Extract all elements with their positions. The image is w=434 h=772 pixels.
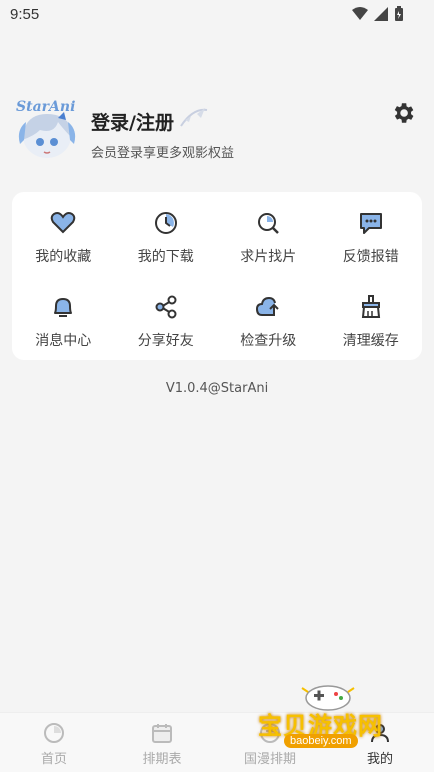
menu-item-messages[interactable]: 消息中心 <box>12 276 115 360</box>
signal-icon <box>374 7 388 21</box>
tab-schedule[interactable]: 排期表 <box>108 721 216 767</box>
menu-item-label: 消息中心 <box>35 333 92 349</box>
watermark-logo: 宝贝游戏网 baobeiy.com <box>258 680 408 772</box>
wifi-icon <box>352 7 368 20</box>
menu-item-label: 清理缓存 <box>342 333 399 349</box>
status-time: 9:55 <box>10 6 40 23</box>
menu-card: 我的收藏 我的下载 求片找片 反馈报错 消息中心 分享好友 检查升级 清理缓存 <box>12 192 422 360</box>
battery-icon <box>395 6 403 21</box>
gear-icon[interactable] <box>390 100 416 126</box>
bell-icon <box>54 298 73 317</box>
menu-item-favorites[interactable]: 我的收藏 <box>12 192 115 276</box>
version-text: V1.0.4@StarAni <box>165 381 269 396</box>
menu-item-label: 反馈报错 <box>342 249 399 265</box>
menu-item-downloads[interactable]: 我的下载 <box>115 192 218 276</box>
menu-item-label: 我的收藏 <box>35 249 92 265</box>
home-icon <box>44 723 64 743</box>
upgrade-icon <box>256 296 279 316</box>
download-clock-icon <box>154 212 177 234</box>
menu-item-upgrade[interactable]: 检查升级 <box>217 276 320 360</box>
menu-item-label: 检查升级 <box>240 333 297 349</box>
heart-icon <box>50 212 76 234</box>
menu-item-feedback[interactable]: 反馈报错 <box>320 192 423 276</box>
profile-header[interactable]: StarAni 登录/注册 会员登录享更多观影权益 <box>14 99 420 164</box>
watermark-url: baobeiy.com <box>284 734 358 748</box>
login-subtitle: 会员登录享更多观影权益 <box>91 146 235 161</box>
menu-item-clear-cache[interactable]: 清理缓存 <box>320 276 423 360</box>
logo-text: StarAni <box>16 99 76 115</box>
search-icon <box>258 213 280 234</box>
tab-home[interactable]: 首页 <box>0 721 108 767</box>
tab-label: 排期表 <box>142 752 182 767</box>
menu-item-request[interactable]: 求片找片 <box>217 192 320 276</box>
menu-item-label: 我的下载 <box>137 249 194 265</box>
share-icon <box>155 295 177 319</box>
status-icons <box>352 6 404 22</box>
feedback-icon <box>359 213 382 234</box>
menu-item-share[interactable]: 分享好友 <box>115 276 218 360</box>
tab-label: 首页 <box>40 752 67 767</box>
status-bar: 9:55 <box>0 0 434 30</box>
menu-item-label: 求片找片 <box>240 249 297 265</box>
menu-item-label: 分享好友 <box>137 333 194 349</box>
clean-icon <box>361 295 380 318</box>
vip-badge-icon <box>180 108 208 127</box>
login-register-link[interactable]: 登录/注册 <box>91 108 174 135</box>
calendar-icon <box>152 724 172 743</box>
